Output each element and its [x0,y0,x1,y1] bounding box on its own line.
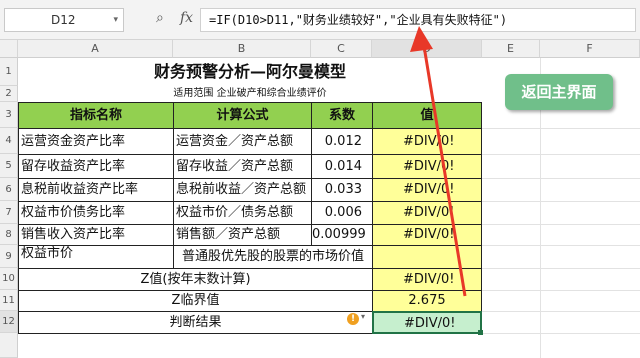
red-arrow-icon [410,26,467,297]
